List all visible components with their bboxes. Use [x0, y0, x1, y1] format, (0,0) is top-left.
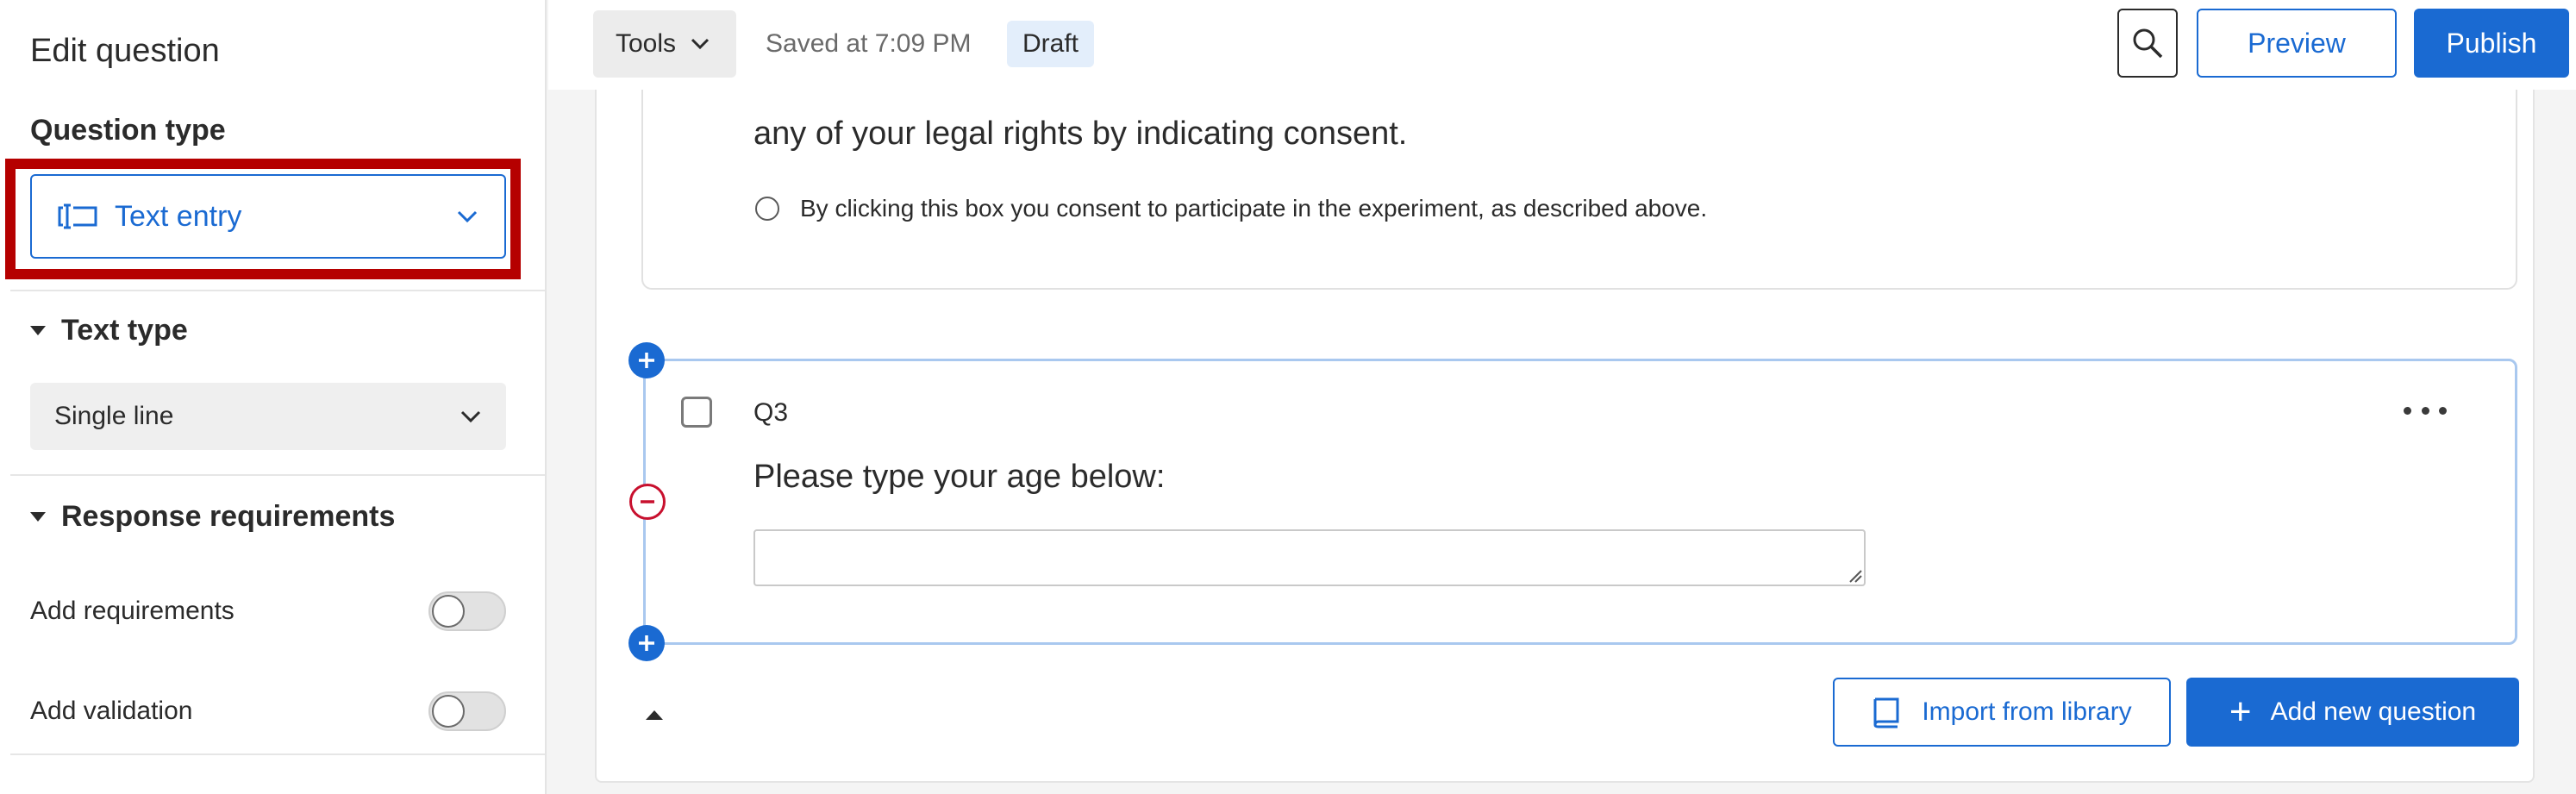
remove-question-button[interactable]: [629, 484, 666, 520]
consent-option-label: By clicking this box you consent to part…: [800, 195, 1708, 222]
status-badge: Draft: [1007, 21, 1095, 67]
collapse-block-icon[interactable]: [645, 709, 664, 721]
panel-title: Edit question: [30, 33, 220, 69]
question-type-label: Question type: [30, 114, 226, 147]
search-button[interactable]: [2117, 9, 2178, 78]
consent-radio[interactable]: [755, 197, 779, 221]
caret-down-icon: [30, 512, 46, 522]
text-entry-icon: [58, 203, 97, 229]
edit-question-panel: Edit question Question type Text entry T…: [0, 0, 547, 794]
add-validation-label: Add validation: [30, 697, 193, 725]
tools-label: Tools: [616, 29, 677, 58]
toggle-knob: [432, 595, 465, 628]
consent-option[interactable]: By clicking this box you consent to part…: [755, 195, 1707, 222]
text-type-label: Text type: [61, 314, 188, 347]
question-type-dropdown[interactable]: Text entry: [30, 174, 506, 259]
add-question-below-button[interactable]: [628, 625, 665, 661]
chevron-down-icon: [460, 410, 481, 423]
question-type-value: Text entry: [115, 199, 242, 233]
text-type-dropdown[interactable]: Single line: [30, 383, 506, 450]
toggle-knob: [432, 695, 465, 728]
dot-icon: [2421, 406, 2429, 415]
minus-icon: [641, 500, 654, 503]
add-requirements-toggle[interactable]: [428, 591, 506, 631]
question-text[interactable]: Please type your age below:: [753, 459, 1165, 496]
book-icon: [1873, 697, 1899, 728]
age-answer-field[interactable]: [753, 529, 1866, 586]
tools-menu-button[interactable]: Tools: [593, 10, 736, 78]
save-status: Saved at 7:09 PM: [766, 29, 972, 58]
survey-editor: Edit question Question type Text entry T…: [0, 0, 2576, 794]
previous-question-text: any of your legal rights by indicating c…: [753, 116, 1408, 152]
response-requirements-label: Response requirements: [61, 500, 396, 533]
editor-toolbar: Tools Saved at 7:09 PM Draft Preview Pub…: [548, 0, 2576, 90]
plus-icon: [639, 635, 654, 651]
question-select-checkbox[interactable]: [681, 397, 712, 428]
add-validation-row: Add validation: [30, 690, 506, 733]
add-requirements-row: Add requirements: [30, 590, 506, 633]
resize-handle-icon[interactable]: [1847, 567, 1862, 583]
response-requirements-section-toggle[interactable]: Response requirements: [30, 500, 395, 534]
dot-icon: [2439, 406, 2447, 415]
divider: [10, 474, 545, 476]
add-new-question-label: Add new question: [2270, 697, 2477, 726]
dot-icon: [2404, 406, 2411, 415]
text-type-value: Single line: [54, 402, 174, 430]
chevron-down-icon: [691, 38, 710, 50]
caret-down-icon: [30, 326, 46, 335]
question-card-q3[interactable]: [643, 359, 2517, 645]
text-type-section-toggle[interactable]: Text type: [30, 314, 188, 347]
add-question-above-button[interactable]: [628, 342, 665, 378]
add-new-question-button[interactable]: + Add new question: [2186, 678, 2519, 747]
search-icon: [2133, 28, 2163, 59]
plus-icon: +: [2229, 691, 2252, 733]
more-options-button[interactable]: [2404, 393, 2447, 428]
chevron-down-icon: [457, 210, 478, 223]
divider: [10, 753, 545, 755]
import-from-library-button[interactable]: Import from library: [1833, 678, 2171, 747]
question-id: Q3: [753, 398, 789, 427]
plus-icon: [639, 353, 654, 368]
add-validation-toggle[interactable]: [428, 691, 506, 731]
add-requirements-label: Add requirements: [30, 597, 234, 625]
import-label: Import from library: [1922, 697, 2132, 726]
divider: [10, 290, 545, 291]
publish-button[interactable]: Publish: [2414, 9, 2569, 78]
preview-button[interactable]: Preview: [2197, 9, 2397, 78]
